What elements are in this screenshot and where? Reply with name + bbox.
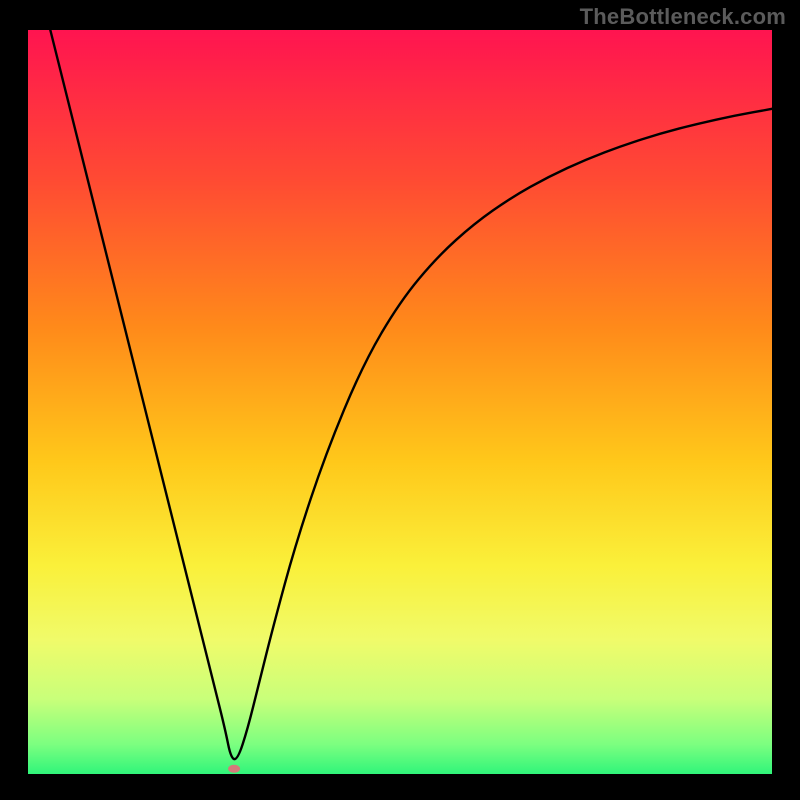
plot-background bbox=[28, 30, 772, 774]
optimal-point-marker bbox=[228, 765, 240, 773]
chart-container: TheBottleneck.com bbox=[0, 0, 800, 800]
bottleneck-chart bbox=[0, 0, 800, 800]
